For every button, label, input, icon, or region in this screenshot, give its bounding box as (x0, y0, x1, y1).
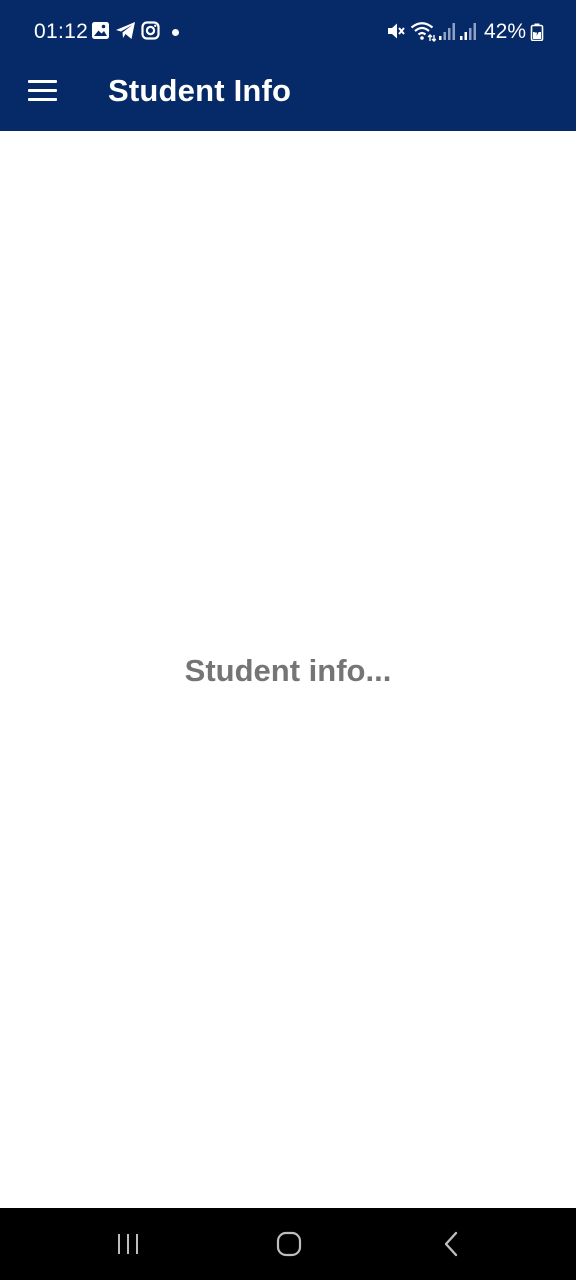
status-time: 01:12 (34, 20, 89, 43)
more-notifications-dot-icon (172, 29, 179, 36)
mute-icon (388, 23, 405, 39)
gallery-icon (92, 22, 109, 39)
telegram-icon (116, 22, 135, 39)
instagram-icon (141, 21, 160, 40)
back-icon[interactable] (431, 1226, 471, 1262)
recents-icon[interactable] (108, 1226, 148, 1262)
home-icon[interactable] (269, 1226, 309, 1262)
page-title: Student Info (108, 73, 292, 108)
system-navigation-bar (0, 1208, 576, 1280)
signal-icon (439, 23, 455, 40)
app-bar: 01:12 42% Student Info (0, 0, 576, 131)
wifi-icon (410, 22, 436, 42)
placeholder-text: Student info... (184, 653, 392, 688)
status-bar: 01:12 42% (0, 0, 576, 64)
battery-icon (530, 23, 544, 41)
hamburger-menu-icon[interactable] (22, 72, 62, 108)
battery-percentage: 42% (484, 20, 527, 43)
main-content: Student info... (0, 131, 576, 1208)
signal-icon (460, 23, 476, 40)
